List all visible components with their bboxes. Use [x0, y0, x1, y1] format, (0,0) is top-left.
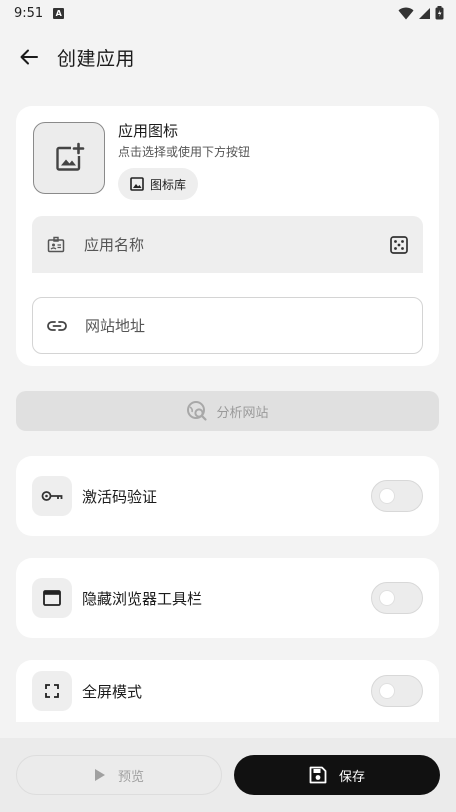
- add-photo-icon: [56, 142, 85, 171]
- analyze-website-label: 分析网站: [216, 405, 269, 421]
- activation-code-switch[interactable]: [371, 480, 423, 512]
- app-icon-picker[interactable]: [33, 122, 105, 194]
- notification-a-icon: A: [53, 7, 65, 19]
- link-icon: [47, 316, 67, 336]
- fullscreen-label: 全屏模式: [82, 682, 143, 701]
- arrow-back-icon: [20, 49, 38, 65]
- status-time: 9:51: [14, 5, 44, 21]
- wifi-icon: [398, 7, 414, 19]
- toggle-row-fullscreen: 全屏模式: [16, 660, 439, 722]
- battery-icon: [435, 6, 444, 20]
- app-name-placeholder: 应用名称: [84, 236, 145, 254]
- image-icon: [130, 177, 144, 191]
- browser-window-icon: [32, 578, 72, 618]
- preview-label: 预览: [117, 769, 144, 785]
- app-bar: 创建应用: [0, 26, 456, 88]
- activation-code-label: 激活码验证: [82, 487, 158, 506]
- signal-icon: [419, 7, 430, 19]
- icon-gallery-button[interactable]: 图标库: [118, 168, 199, 200]
- hide-toolbar-label: 隐藏浏览器工具栏: [82, 589, 203, 608]
- website-url-placeholder: 网站地址: [85, 317, 146, 335]
- app-info-card: 应用图标 点击选择或使用下方按钮 图标库 应用名称 网站地址: [16, 106, 439, 366]
- travel-explore-icon: [187, 401, 208, 421]
- random-dice-icon[interactable]: [389, 235, 409, 255]
- play-icon: [94, 769, 105, 781]
- save-icon: [309, 766, 327, 784]
- fullscreen-switch[interactable]: [371, 675, 423, 707]
- badge-icon: [46, 235, 66, 255]
- icon-section-subtitle: 点击选择或使用下方按钮: [118, 145, 251, 159]
- page-title: 创建应用: [57, 47, 136, 70]
- save-button[interactable]: 保存: [234, 755, 440, 795]
- analyze-website-button[interactable]: 分析网站: [16, 391, 439, 431]
- back-button[interactable]: [16, 44, 42, 70]
- toggle-row-hide-toolbar: 隐藏浏览器工具栏: [16, 558, 439, 638]
- toggle-row-activation-code: 激活码验证: [16, 456, 439, 536]
- preview-button[interactable]: 预览: [16, 755, 222, 795]
- icon-gallery-label: 图标库: [150, 177, 187, 192]
- website-url-field[interactable]: 网站地址: [32, 297, 423, 354]
- bottom-action-bar: 预览 保存: [0, 738, 456, 812]
- save-label: 保存: [338, 769, 365, 785]
- app-name-field[interactable]: 应用名称: [32, 216, 423, 273]
- status-bar: 9:51 A: [0, 0, 456, 26]
- hide-toolbar-switch[interactable]: [371, 582, 423, 614]
- fullscreen-icon: [32, 671, 72, 711]
- key-icon: [32, 476, 72, 516]
- icon-section-title: 应用图标: [118, 122, 179, 140]
